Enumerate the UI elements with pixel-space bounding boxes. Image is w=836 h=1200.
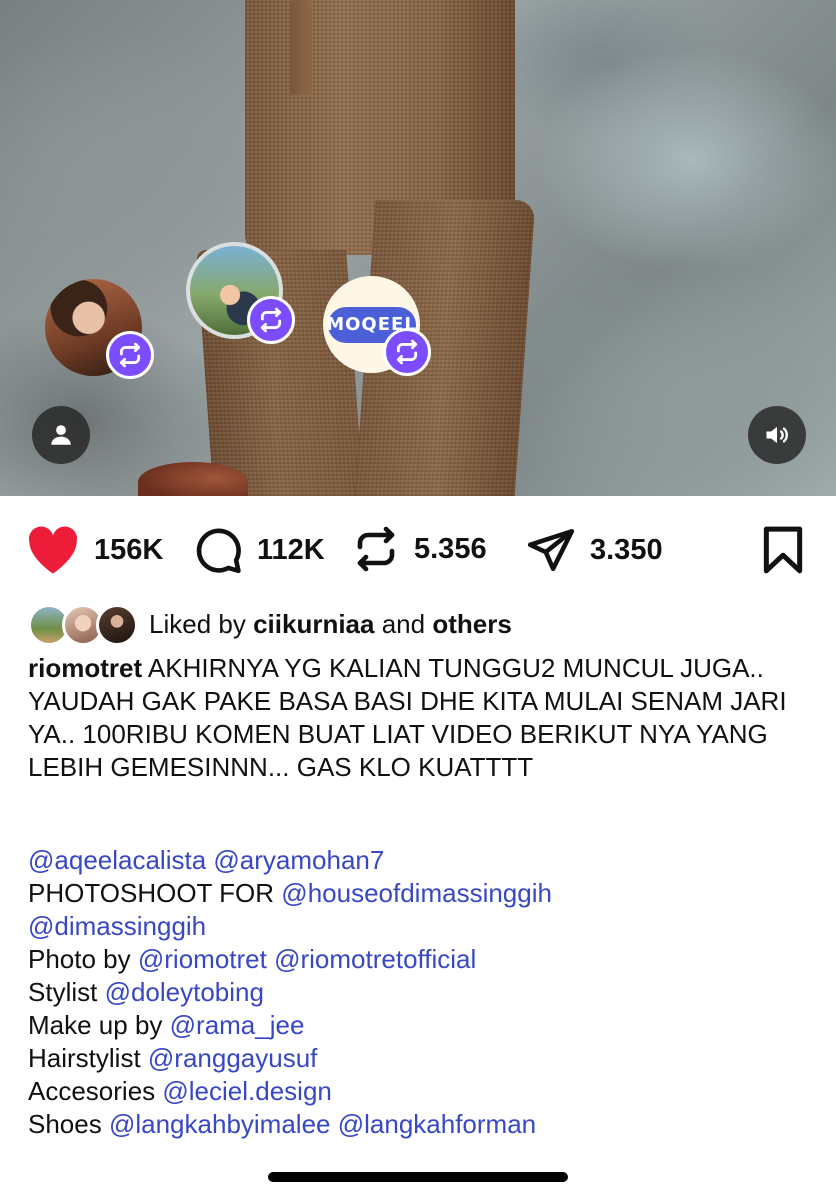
home-indicator[interactable] [268,1172,568,1182]
liker-username-link[interactable]: ciikurniaa [253,609,374,639]
sound-toggle-button[interactable] [748,406,806,464]
caption-username-link[interactable]: riomotret [28,653,142,683]
repost-icon [383,328,431,376]
send-icon [527,528,575,572]
bookmark-icon [763,526,803,574]
mention-link[interactable]: @houseofdimassinggih [281,878,552,908]
repost-count: 5.356 [414,532,487,565]
caption-line: YAUDAH GAK PAKE BASA BASI DHE KITA MULAI… [28,686,787,782]
mention-link[interactable]: @ranggayusuf [148,1043,318,1073]
comment-icon [196,528,241,574]
mention-link[interactable]: @rama_jee [170,1010,305,1040]
heart-icon [28,526,78,574]
person-icon [51,425,71,445]
mention-link[interactable]: @langkahbyimalee [109,1109,331,1139]
action-bar: 156K 112K 5.356 3.350 [0,515,836,585]
comment-button[interactable]: 112K [193,525,325,575]
mention-link[interactable]: @riomotretofficial [274,944,476,974]
tagged-people-button[interactable] [32,406,90,464]
photo-shoe [138,462,248,496]
repost-button[interactable]: 5.356 [352,525,487,573]
mention-link[interactable]: @riomotret [138,944,267,974]
repost-icon [106,331,154,379]
liked-by-others-link[interactable]: others [432,609,511,639]
mention-link[interactable]: @aqeelacalista [28,845,206,875]
liked-by-row[interactable]: Liked by ciikurniaa and others [28,602,512,646]
liked-by-text: Liked by ciikurniaa and others [149,608,512,639]
mention-link[interactable]: @doleytobing [105,977,264,1007]
caption-line: AKHIRNYA YG KALIAN TUNGGU2 MUNCUL JUGA.. [147,653,764,683]
save-button[interactable] [760,525,806,580]
mention-link[interactable]: @dimassinggih [28,911,206,941]
mention-link[interactable]: @langkahforman [338,1109,536,1139]
photo-belt [290,0,312,95]
liker-avatars [28,602,143,646]
speaker-icon [766,426,788,444]
repost-icon [357,526,395,572]
mention-link[interactable]: @aryamohan7 [213,845,384,875]
like-count: 156K [94,533,164,566]
mention-link[interactable]: @leciel.design [162,1076,331,1106]
share-button[interactable]: 3.350 [526,525,663,575]
comment-count: 112K [257,533,325,566]
like-button[interactable]: 156K [26,525,163,575]
avatar [96,604,138,646]
post-media[interactable]: MOQEEL [0,0,836,496]
repost-icon [247,296,295,344]
post-caption: riomotret AKHIRNYA YG KALIAN TUNGGU2 MUN… [28,652,818,1141]
share-count: 3.350 [590,533,663,566]
